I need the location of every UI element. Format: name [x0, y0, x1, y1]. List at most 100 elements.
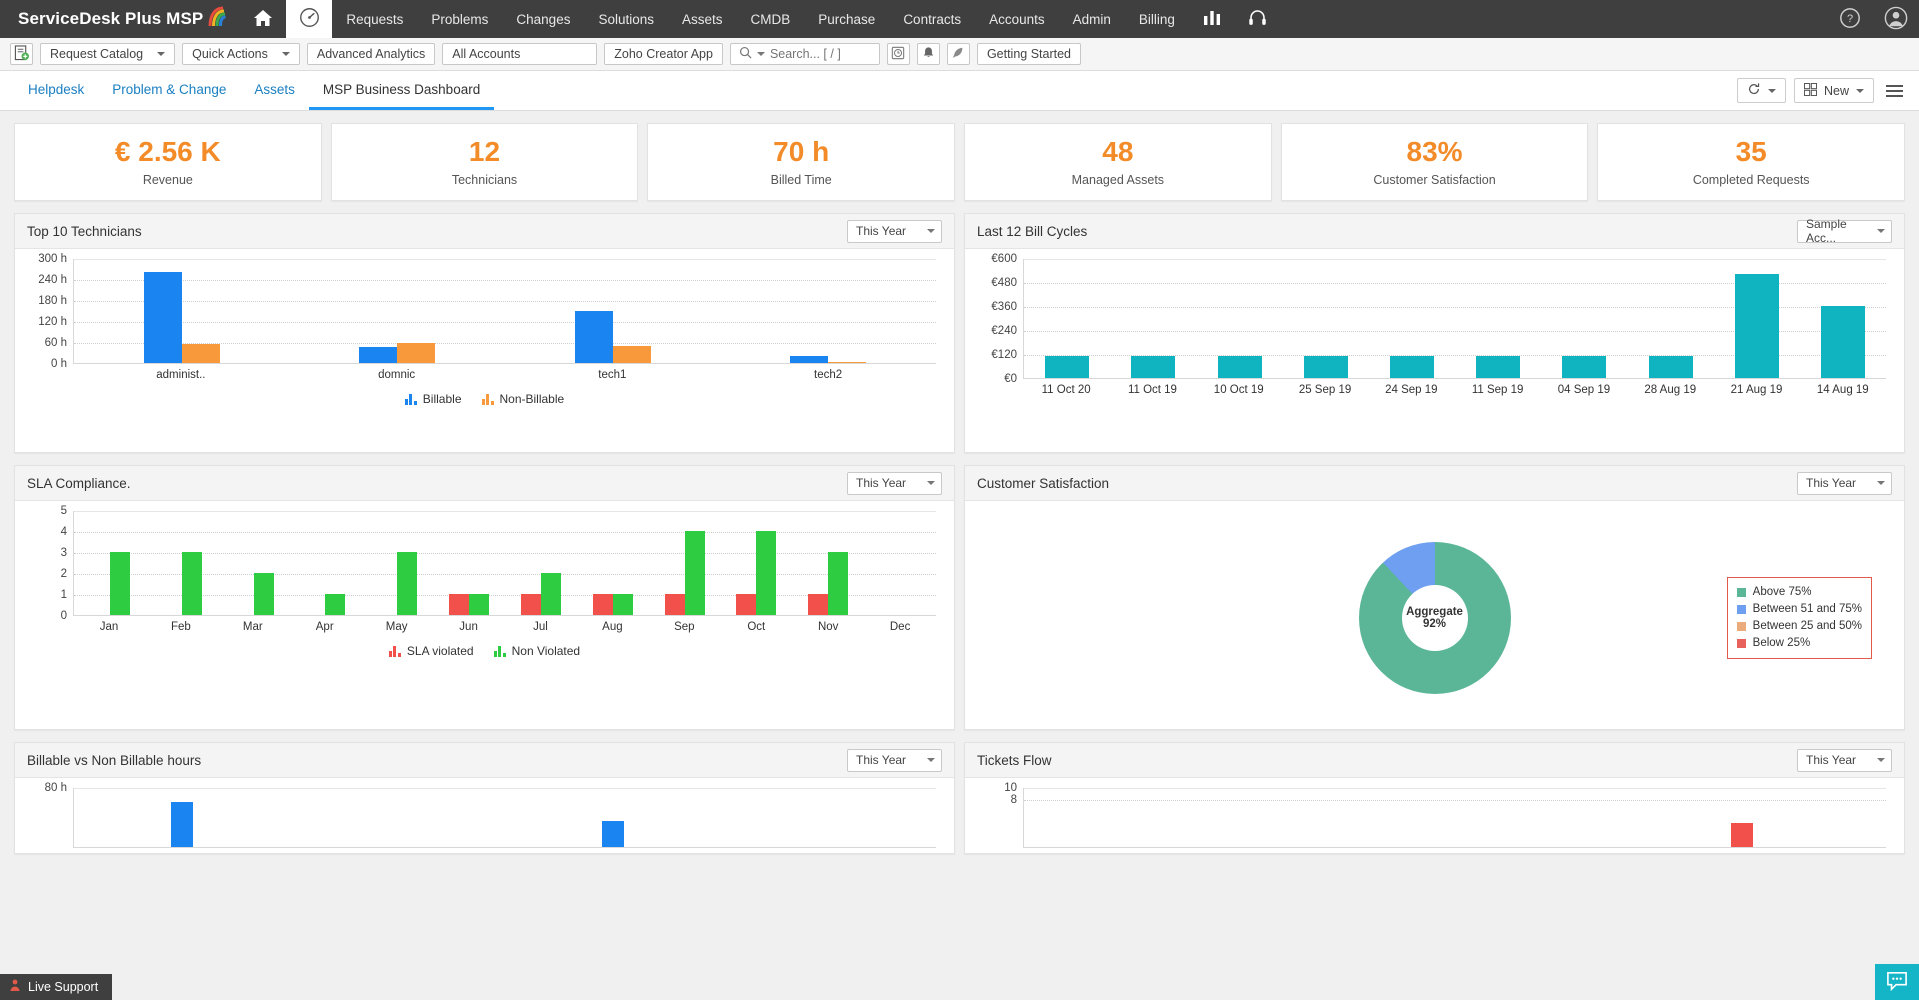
bar[interactable]: [685, 531, 705, 615]
tab-problem-change[interactable]: Problem & Change: [98, 71, 240, 110]
nav-item-assets[interactable]: Assets: [668, 0, 737, 38]
bar[interactable]: [828, 362, 866, 363]
search-input[interactable]: [770, 47, 871, 61]
kpi-card-technicians[interactable]: 12 Technicians: [331, 123, 639, 201]
new-request-button[interactable]: [10, 43, 33, 65]
bar[interactable]: [469, 594, 489, 615]
nav-item-problems[interactable]: Problems: [417, 0, 502, 38]
bar[interactable]: [359, 347, 397, 363]
account-filter-select[interactable]: Sample Acc...: [1797, 220, 1892, 243]
bar[interactable]: [182, 344, 220, 363]
nav-item-solutions[interactable]: Solutions: [584, 0, 668, 38]
bar[interactable]: [1304, 356, 1348, 378]
quick-actions-button[interactable]: Quick Actions: [182, 43, 300, 65]
tab-msp-business-dashboard[interactable]: MSP Business Dashboard: [309, 71, 494, 110]
kpi-card-billed-time[interactable]: 70 h Billed Time: [647, 123, 955, 201]
bar[interactable]: [828, 552, 848, 615]
announcement-button[interactable]: [947, 43, 970, 65]
dashboard-menu-button[interactable]: [1882, 81, 1907, 101]
recent-items-button[interactable]: [887, 43, 910, 65]
kpi-card-completed-requests[interactable]: 35 Completed Requests: [1597, 123, 1905, 201]
bar[interactable]: [144, 272, 182, 363]
period-filter-select[interactable]: This Year: [847, 220, 942, 243]
support-button[interactable]: [1235, 0, 1281, 38]
legend-item[interactable]: Below 25%: [1737, 635, 1862, 652]
kpi-card-customer-satisfaction[interactable]: 83% Customer Satisfaction: [1281, 123, 1589, 201]
nav-item-changes[interactable]: Changes: [502, 0, 584, 38]
refresh-button[interactable]: [1737, 78, 1786, 103]
nav-item-billing[interactable]: Billing: [1125, 0, 1189, 38]
reports-button[interactable]: [1189, 0, 1235, 38]
nav-item-purchase[interactable]: Purchase: [804, 0, 889, 38]
bar[interactable]: [1649, 356, 1693, 378]
search-scope-chevron-icon[interactable]: [757, 52, 765, 56]
bar[interactable]: [541, 573, 561, 615]
nav-item-contracts[interactable]: Contracts: [889, 0, 975, 38]
nav-item-admin[interactable]: Admin: [1059, 0, 1125, 38]
bar[interactable]: [1731, 823, 1753, 847]
bar[interactable]: [613, 594, 633, 615]
tab-assets[interactable]: Assets: [240, 71, 309, 110]
period-filter-select[interactable]: This Year: [1797, 472, 1892, 495]
legend-item[interactable]: Non Violated: [494, 644, 581, 658]
bar[interactable]: [1821, 306, 1865, 378]
bar[interactable]: [665, 594, 685, 615]
bar[interactable]: [449, 594, 469, 615]
bar[interactable]: [593, 594, 613, 615]
card-header: Last 12 Bill Cycles Sample Acc...: [965, 214, 1904, 249]
legend-item[interactable]: Non-Billable: [482, 392, 565, 406]
bar[interactable]: [1735, 274, 1779, 378]
bar[interactable]: [397, 343, 435, 363]
user-menu-button[interactable]: [1873, 0, 1919, 38]
bar[interactable]: [602, 821, 624, 847]
search-box[interactable]: [730, 43, 880, 65]
bar[interactable]: [397, 552, 417, 615]
kpi-card-revenue[interactable]: € 2.56 K Revenue: [14, 123, 322, 201]
bar[interactable]: [1045, 356, 1089, 378]
bar[interactable]: [1476, 356, 1520, 378]
request-catalog-button[interactable]: Request Catalog: [40, 43, 175, 65]
bar[interactable]: [1218, 356, 1262, 378]
nav-item-accounts[interactable]: Accounts: [975, 0, 1059, 38]
home-button[interactable]: [240, 0, 286, 38]
bar[interactable]: [1562, 356, 1606, 378]
kpi-card-managed-assets[interactable]: 48 Managed Assets: [964, 123, 1272, 201]
tab-helpdesk[interactable]: Helpdesk: [14, 71, 98, 110]
bar[interactable]: [790, 356, 828, 363]
notifications-button[interactable]: [917, 43, 940, 65]
bar[interactable]: [182, 552, 202, 615]
donut-chart[interactable]: Aggregate92%: [1359, 542, 1511, 694]
period-filter-select[interactable]: This Year: [1797, 749, 1892, 772]
nav-item-cmdb[interactable]: CMDB: [737, 0, 805, 38]
bar[interactable]: [110, 552, 130, 615]
bar[interactable]: [521, 594, 541, 615]
bar[interactable]: [613, 346, 651, 363]
bar[interactable]: [808, 594, 828, 615]
live-support-bar[interactable]: Live Support: [0, 974, 112, 1000]
period-filter-select[interactable]: This Year: [847, 472, 942, 495]
bar[interactable]: [736, 594, 756, 615]
dashboard-button[interactable]: [286, 0, 332, 38]
getting-started-button[interactable]: Getting Started: [977, 43, 1081, 65]
chat-button[interactable]: [1875, 964, 1919, 1000]
legend-item[interactable]: Between 25 and 50%: [1737, 618, 1862, 635]
help-button[interactable]: ?: [1827, 0, 1873, 38]
nav-item-requests[interactable]: Requests: [332, 0, 417, 38]
legend-item[interactable]: Above 75%: [1737, 584, 1862, 601]
bar[interactable]: [325, 594, 345, 615]
legend-item[interactable]: Between 51 and 75%: [1737, 601, 1862, 618]
bar[interactable]: [575, 311, 613, 364]
accounts-select[interactable]: All Accounts: [442, 43, 597, 65]
zoho-creator-app-button[interactable]: Zoho Creator App: [604, 43, 723, 65]
bar[interactable]: [1390, 356, 1434, 378]
legend-item[interactable]: Billable: [405, 392, 462, 406]
legend-item[interactable]: SLA violated: [389, 644, 474, 658]
bar[interactable]: [254, 573, 274, 615]
bar[interactable]: [756, 531, 776, 615]
advanced-analytics-button[interactable]: Advanced Analytics: [307, 43, 435, 65]
bar[interactable]: [171, 802, 193, 847]
bar[interactable]: [1131, 356, 1175, 378]
period-filter-select[interactable]: This Year: [847, 749, 942, 772]
app-brand[interactable]: ServiceDesk Plus MSP: [0, 0, 240, 38]
new-widget-button[interactable]: New: [1794, 78, 1874, 103]
